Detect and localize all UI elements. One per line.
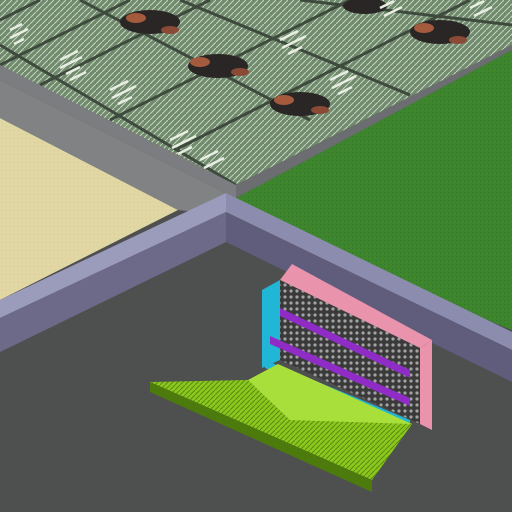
game-viewport[interactable] (0, 0, 512, 512)
